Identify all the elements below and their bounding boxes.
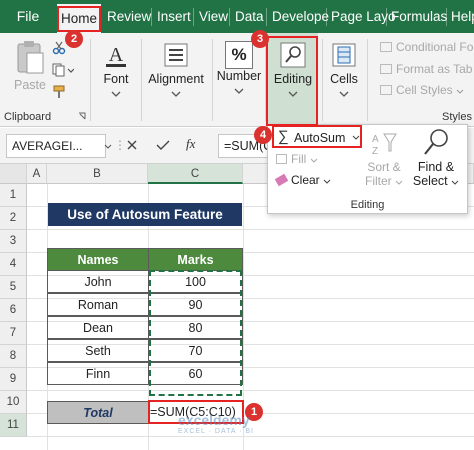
cells-button[interactable]: Cells xyxy=(325,41,363,100)
cell-styles-button[interactable]: Cell Styles xyxy=(380,83,464,97)
row-header[interactable]: 2 xyxy=(0,207,27,230)
highlight-home-tab xyxy=(57,6,101,32)
watermark-tagline: EXCEL · DATA · BI xyxy=(178,428,254,435)
fill-icon xyxy=(276,154,287,164)
name-box[interactable]: AVERAGEI... xyxy=(6,134,106,158)
insert-function-icon[interactable]: fx xyxy=(186,136,195,152)
tab-help[interactable]: Help xyxy=(447,0,474,33)
step-badge-2: 2 xyxy=(65,30,83,48)
paste-icon xyxy=(17,41,44,74)
row-header[interactable]: 1 xyxy=(0,184,27,207)
row-header[interactable]: 7 xyxy=(0,322,27,345)
cell-styles-icon xyxy=(380,85,392,95)
magnifier-icon xyxy=(424,129,448,155)
font-button[interactable]: A Font xyxy=(96,41,136,100)
tab-formulas[interactable]: Formulas xyxy=(387,0,451,33)
tab-review[interactable]: Review xyxy=(103,0,155,33)
tab-file[interactable]: File xyxy=(0,0,56,33)
chevron-down-icon xyxy=(111,91,121,97)
svg-text:A: A xyxy=(109,44,124,66)
total-label[interactable]: Total xyxy=(47,401,149,424)
chevron-down-icon xyxy=(323,179,331,184)
styles-group-label: Styles xyxy=(442,111,472,123)
percent-icon: % xyxy=(225,41,253,69)
header-names[interactable]: Names xyxy=(47,248,149,271)
conditional-formatting-icon xyxy=(380,42,392,52)
column-header-a[interactable]: A xyxy=(27,164,47,184)
table-row-name[interactable]: Roman xyxy=(47,293,149,316)
sort-filter-button[interactable]: A Z Sort & Filter xyxy=(362,131,406,191)
step-badge-4: 4 xyxy=(254,126,272,144)
selection-range xyxy=(149,270,242,396)
chevron-down-icon xyxy=(339,91,349,97)
row-header[interactable]: 10 xyxy=(0,391,27,414)
conditional-formatting-button[interactable]: Conditional Fo xyxy=(380,40,473,54)
clipboard-group-label: Clipboard xyxy=(4,111,52,123)
cut-icon[interactable] xyxy=(52,41,66,55)
chevron-down-icon xyxy=(456,89,464,94)
find-select-button[interactable]: Find & Select xyxy=(408,127,464,193)
fill-button[interactable]: Fill xyxy=(276,152,346,170)
row-header[interactable]: 3 xyxy=(0,230,27,253)
chevron-down-icon xyxy=(395,180,403,185)
svg-text:Z: Z xyxy=(372,146,378,157)
editing-group-label: Editing xyxy=(350,199,385,211)
font-icon: A xyxy=(106,44,126,67)
clear-button[interactable]: Clear xyxy=(274,173,356,191)
step-badge-3: 3 xyxy=(251,30,269,48)
table-row-name[interactable]: John xyxy=(47,270,149,293)
chevron-down-icon xyxy=(310,158,318,163)
tab-data[interactable]: Data xyxy=(231,0,268,33)
row-header[interactable]: 9 xyxy=(0,368,27,391)
format-painter-icon[interactable] xyxy=(52,85,68,99)
highlight-autosum xyxy=(272,125,362,148)
select-all-corner[interactable] xyxy=(0,164,27,184)
row-header[interactable]: 4 xyxy=(0,253,27,276)
cancel-icon[interactable] xyxy=(126,139,138,151)
chevron-down-icon xyxy=(234,88,244,94)
copy-icon[interactable] xyxy=(52,63,74,77)
watermark-brand: exceldemy xyxy=(178,412,250,428)
tab-developer[interactable]: Develope xyxy=(268,0,333,33)
chevron-down-icon[interactable] xyxy=(104,144,112,149)
row-header[interactable]: 6 xyxy=(0,299,27,322)
sheet-title[interactable]: Use of Autosum Feature xyxy=(48,203,242,226)
tab-insert[interactable]: Insert xyxy=(153,0,195,33)
dialog-launcher-icon[interactable] xyxy=(78,112,86,120)
confirm-icon[interactable] xyxy=(156,139,170,151)
chevron-down-icon xyxy=(171,91,181,97)
column-header-b[interactable]: B xyxy=(47,164,148,184)
column-header-c[interactable]: C xyxy=(148,164,243,184)
tab-view[interactable]: View xyxy=(195,0,232,33)
header-marks[interactable]: Marks xyxy=(148,248,243,271)
resize-handle-icon[interactable]: ⋮ xyxy=(114,138,126,152)
watermark: exceldemy EXCEL · DATA · BI xyxy=(178,412,254,435)
chevron-down-icon xyxy=(451,180,459,185)
svg-text:A: A xyxy=(372,134,379,145)
paste-button[interactable]: Paste xyxy=(8,39,52,92)
sort-filter-icon: A Z xyxy=(372,133,397,157)
alignment-button[interactable]: Alignment xyxy=(145,41,207,100)
cells-icon xyxy=(332,43,356,67)
row-header[interactable]: 5 xyxy=(0,276,27,299)
format-table-icon xyxy=(380,64,392,74)
row-header[interactable]: 8 xyxy=(0,345,27,368)
number-button[interactable]: % Number xyxy=(216,41,262,97)
table-row-name[interactable]: Seth xyxy=(47,339,149,362)
format-as-table-button[interactable]: Format as Tab xyxy=(380,62,472,76)
alignment-icon xyxy=(164,43,188,67)
table-row-name[interactable]: Finn xyxy=(47,362,149,385)
table-row-name[interactable]: Dean xyxy=(47,316,149,339)
highlight-editing-button xyxy=(266,36,318,126)
row-header[interactable]: 11 xyxy=(0,414,27,437)
eraser-icon xyxy=(274,173,289,187)
